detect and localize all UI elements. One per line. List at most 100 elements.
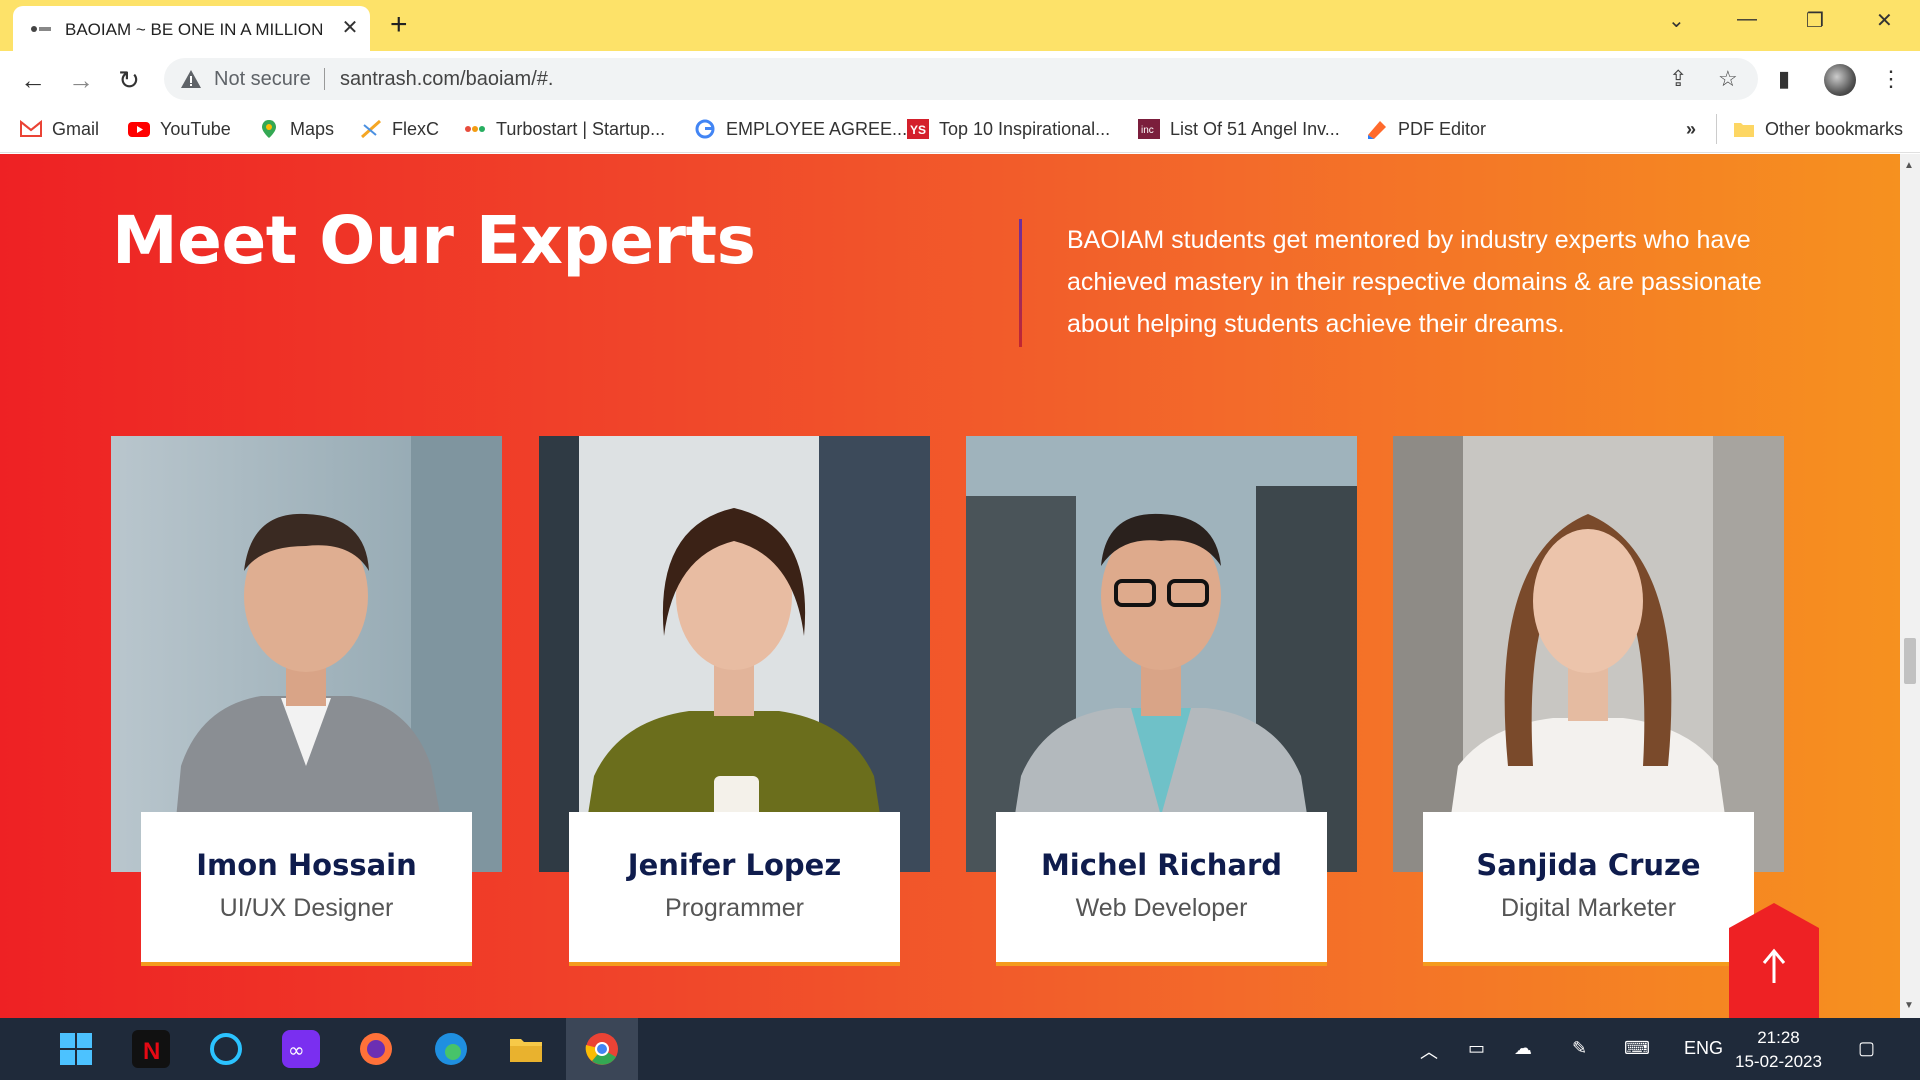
back-icon[interactable]: ← xyxy=(16,63,50,97)
gmail-icon xyxy=(20,119,42,137)
expert-namebox: Michel Richard Web Developer xyxy=(996,812,1327,966)
cortana-icon[interactable] xyxy=(207,1030,245,1068)
notification-icon[interactable]: ▢ xyxy=(1858,1038,1875,1059)
section-heading: Meet Our Experts xyxy=(112,202,756,279)
forward-icon[interactable]: → xyxy=(64,63,98,97)
browser-toolbar: ← → ↻ Not secure santrash.com/baoiam/#. … xyxy=(0,51,1920,107)
bookmark-angel-investors[interactable]: inc List Of 51 Angel Inv... xyxy=(1138,114,1340,144)
yourstory-icon: YS xyxy=(907,119,929,139)
close-window-icon[interactable]: ✕ xyxy=(1876,8,1893,33)
tab-strip: BAOIAM ~ BE ONE IN A MILLION ✕ + ⌄ — ❐ ✕ xyxy=(0,0,1920,51)
battery-icon[interactable]: ▭ xyxy=(1468,1038,1485,1059)
expert-namebox: Jenifer Lopez Programmer xyxy=(569,812,900,966)
restore-icon[interactable]: ❐ xyxy=(1806,8,1824,33)
menu-icon[interactable]: ⋮ xyxy=(1880,66,1902,92)
share-icon[interactable]: ⇪ xyxy=(1669,66,1687,92)
svg-text:inc: inc xyxy=(1141,125,1154,136)
file-explorer-icon[interactable] xyxy=(507,1030,545,1068)
chrome-icon xyxy=(585,1033,618,1065)
reload-icon[interactable]: ↻ xyxy=(112,63,146,97)
browser-tab[interactable]: BAOIAM ~ BE ONE IN A MILLION ✕ xyxy=(13,6,370,51)
section-description: BAOIAM students get mentored by industry… xyxy=(1067,226,1762,338)
scroll-to-top-button[interactable] xyxy=(1729,903,1819,1018)
scroll-up-arrow-icon[interactable]: ▲ xyxy=(1904,160,1914,171)
expert-card[interactable]: Jenifer Lopez Programmer xyxy=(539,436,930,966)
bookmark-label: List Of 51 Angel Inv... xyxy=(1170,118,1340,139)
infinity-app-icon[interactable]: ∞ xyxy=(282,1030,320,1068)
other-bookmarks[interactable]: Other bookmarks xyxy=(1716,114,1903,144)
bookmark-pdf-editor[interactable]: PDF Editor xyxy=(1366,114,1486,144)
security-label[interactable]: Not secure xyxy=(214,68,311,91)
scrollbar-thumb[interactable] xyxy=(1904,638,1916,684)
youtube-icon xyxy=(128,122,150,137)
experts-section: Meet Our Experts BAOIAM students get men… xyxy=(0,154,1900,1018)
other-bookmarks-label: Other bookmarks xyxy=(1765,118,1904,139)
bookmark-label: Top 10 Inspirational... xyxy=(939,118,1111,139)
bookmarks-overflow-button[interactable]: » xyxy=(1686,114,1696,144)
minimize-icon[interactable]: — xyxy=(1737,8,1757,31)
taskbar-active-app[interactable] xyxy=(566,1018,638,1080)
bookmark-employee-agreement[interactable]: EMPLOYEE AGREE... xyxy=(694,114,907,144)
netflix-icon[interactable]: N xyxy=(132,1030,170,1068)
bookmark-label: YouTube xyxy=(160,118,231,139)
turbostart-icon xyxy=(465,126,485,132)
clock-time: 21:28 xyxy=(1757,1028,1800,1047)
svg-text:∞: ∞ xyxy=(288,1038,305,1062)
new-tab-button[interactable]: + xyxy=(390,10,408,40)
edge-icon[interactable] xyxy=(432,1030,470,1068)
bookmark-label: PDF Editor xyxy=(1398,118,1487,139)
windows-start-icon[interactable] xyxy=(57,1030,95,1068)
expert-card[interactable]: Imon Hossain UI/UX Designer xyxy=(111,436,502,966)
bookmark-label: Turbostart | Startup... xyxy=(496,118,666,139)
clock-date: 15-02-2023 xyxy=(1735,1052,1822,1071)
divider xyxy=(324,68,325,90)
expert-role: Programmer xyxy=(665,894,804,922)
expert-namebox: Sanjida Cruze Digital Marketer xyxy=(1423,812,1754,966)
bookmark-youtube[interactable]: YouTube xyxy=(128,114,231,144)
windows-taskbar: N ∞ ︿ ▭ ☁ ✎ ⌨ ENG 21:28 15-02-2023 ▢ xyxy=(0,1018,1920,1080)
svg-text:YS: YS xyxy=(910,123,926,137)
bookmark-star-icon[interactable]: ☆ xyxy=(1718,66,1738,92)
bookmark-label: Maps xyxy=(290,118,335,139)
url-text[interactable]: santrash.com/baoiam/#. xyxy=(340,68,553,91)
bookmark-turbostart[interactable]: Turbostart | Startup... xyxy=(464,114,665,144)
expert-role: Digital Marketer xyxy=(1500,894,1677,922)
folder-icon xyxy=(1734,123,1754,137)
bookmark-maps[interactable]: Maps xyxy=(258,114,334,144)
page-scrollbar[interactable]: ▲ ▼ xyxy=(1900,154,1920,1018)
taskbar-clock[interactable]: 21:28 15-02-2023 xyxy=(1735,1026,1822,1074)
expert-card[interactable]: Michel Richard Web Developer xyxy=(966,436,1357,966)
keyboard-icon[interactable]: ⌨ xyxy=(1624,1038,1650,1059)
side-panel-icon[interactable]: ▮ xyxy=(1778,66,1790,92)
language-indicator[interactable]: ENG xyxy=(1684,1038,1723,1059)
profile-avatar[interactable] xyxy=(1824,64,1856,96)
google-icon xyxy=(695,119,715,139)
description-accent-bar xyxy=(1019,219,1022,347)
flexc-icon xyxy=(361,119,381,139)
bookmark-label: FlexC xyxy=(392,118,440,139)
tab-search-icon[interactable]: ⌄ xyxy=(1668,8,1685,33)
bookmark-label: Gmail xyxy=(52,118,100,139)
pdf-editor-icon xyxy=(1368,121,1386,139)
bookmark-gmail[interactable]: Gmail xyxy=(20,114,99,144)
bookmark-top10[interactable]: YS Top 10 Inspirational... xyxy=(907,114,1110,144)
baoiam-favicon-icon xyxy=(31,26,51,32)
onedrive-icon[interactable]: ☁ xyxy=(1514,1038,1532,1059)
close-tab-icon[interactable]: ✕ xyxy=(339,17,361,39)
expert-name: Imon Hossain xyxy=(196,848,417,882)
tray-chevron-up-icon[interactable]: ︿ xyxy=(1420,1038,1438,1064)
expert-name: Jenifer Lopez xyxy=(627,848,842,882)
pen-icon[interactable]: ✎ xyxy=(1572,1038,1587,1059)
expert-card[interactable]: Sanjida Cruze Digital Marketer xyxy=(1393,436,1784,966)
firefox-icon[interactable] xyxy=(357,1030,395,1068)
tab-title: BAOIAM ~ BE ONE IN A MILLION xyxy=(65,20,324,39)
expert-name: Sanjida Cruze xyxy=(1476,848,1701,882)
address-bar[interactable]: Not secure santrash.com/baoiam/#. ⇪ ☆ xyxy=(164,58,1758,100)
expert-photo xyxy=(111,436,502,872)
scroll-down-arrow-icon[interactable]: ▼ xyxy=(1904,1000,1914,1011)
bookmark-flexc[interactable]: FlexC xyxy=(360,114,439,144)
expert-role: Web Developer xyxy=(1075,894,1248,922)
bookmark-label: EMPLOYEE AGREE... xyxy=(726,118,908,139)
bookmarks-bar: Gmail YouTube Maps FlexC Turbostart | St… xyxy=(0,107,1920,153)
expert-namebox: Imon Hossain UI/UX Designer xyxy=(141,812,472,966)
